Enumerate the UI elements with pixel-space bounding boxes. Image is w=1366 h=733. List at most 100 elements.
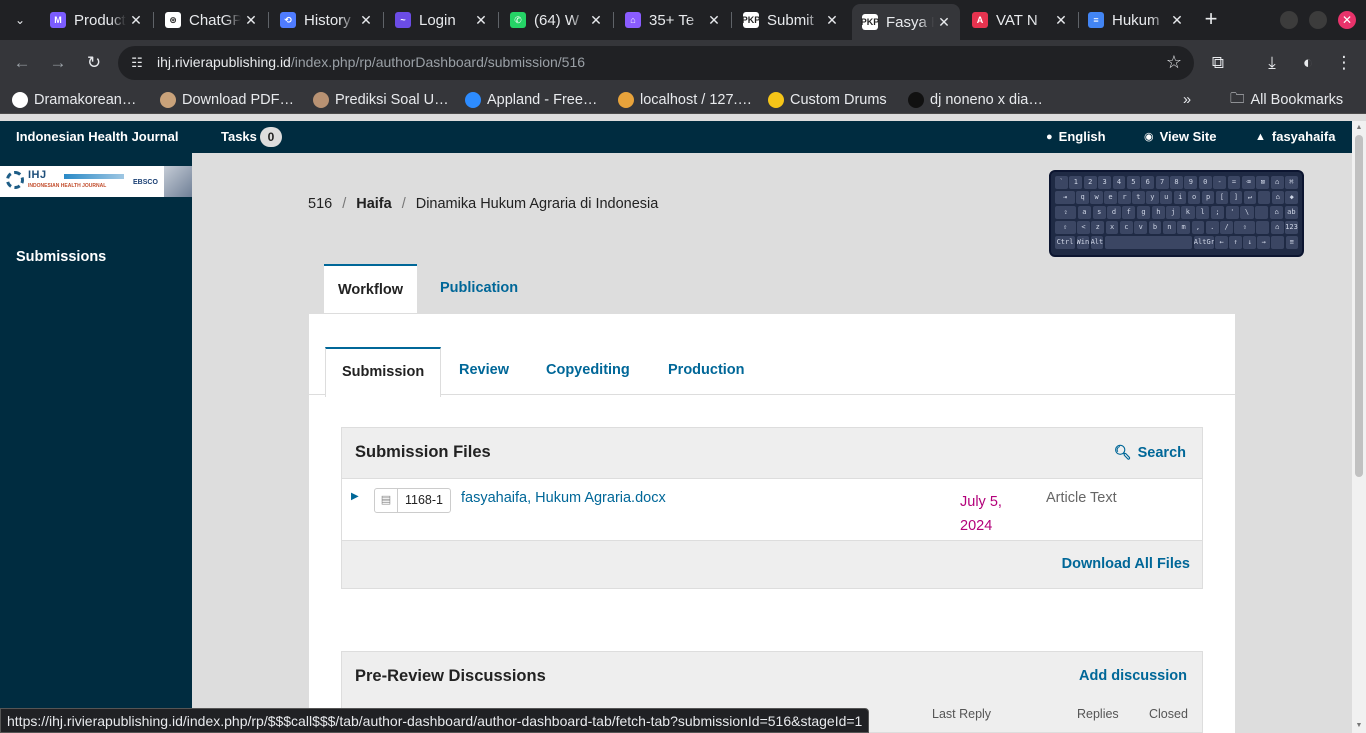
on-screen-keyboard[interactable]: ` 1 2 3 4 5 6 7 8 9 0- = ⌫ ⊠ ⌂ ⌘ ⇥ q w e r t y u i o p[] ↵ ⌂ ◆ ⇪ a s d f g h… xyxy=(1049,170,1304,257)
keyboard-key[interactable]: ⌂ xyxy=(1270,221,1284,234)
bookmark-item[interactable]: Prediksi Soal U… xyxy=(313,90,449,110)
keyboard-key[interactable]: 7 xyxy=(1155,176,1169,189)
browser-tab[interactable]: ⌂ 35+ Te ✕ xyxy=(615,6,730,34)
new-tab-button[interactable]: + xyxy=(1199,8,1223,32)
keyboard-key[interactable]: ↵ xyxy=(1243,191,1257,204)
scroll-thumb[interactable] xyxy=(1355,135,1363,477)
keyboard-key[interactable]: - xyxy=(1213,176,1226,189)
keyboard-key[interactable]: m xyxy=(1177,221,1191,234)
keyboard-key[interactable]: g xyxy=(1136,206,1151,219)
keyboard-key[interactable]: j xyxy=(1166,206,1180,219)
keyboard-key[interactable]: = xyxy=(1227,176,1241,189)
keyboard-key[interactable]: Alt xyxy=(1090,236,1104,249)
keyboard-key[interactable]: 3 xyxy=(1098,176,1111,189)
tab-search-chevron-icon[interactable]: ⌄ xyxy=(8,8,32,32)
tab-close-icon[interactable]: ✕ xyxy=(241,12,261,29)
browser-tab[interactable]: ⟲ History ✕ xyxy=(270,6,382,34)
keyboard-key[interactable]: ; xyxy=(1210,206,1225,219)
browser-tab[interactable]: M Product ✕ xyxy=(40,6,152,34)
keyboard-key[interactable]: → xyxy=(1257,236,1270,249)
tab-close-icon[interactable]: ✕ xyxy=(126,12,146,29)
tab-publication[interactable]: Publication xyxy=(426,264,532,313)
keyboard-key[interactable]: ab xyxy=(1284,206,1298,219)
keyboard-key[interactable]: ↓ xyxy=(1243,236,1256,249)
tab-close-icon[interactable]: ✕ xyxy=(704,12,724,29)
keyboard-key[interactable]: ⊠ xyxy=(1256,176,1270,189)
bookmark-item[interactable]: Custom Drums xyxy=(768,90,887,110)
address-bar[interactable]: ☷ ihj.rivierapublishing.id/index.php/rp/… xyxy=(118,46,1194,80)
scroll-down-icon[interactable]: ▼ xyxy=(1355,722,1363,729)
profile-avatar[interactable]: ◐ xyxy=(1296,51,1320,75)
keyboard-key[interactable]: Ctrl xyxy=(1055,236,1076,249)
browser-tab[interactable]: ~ Login ✕ xyxy=(385,6,497,34)
keyboard-key[interactable]: v xyxy=(1134,221,1148,234)
tab-review[interactable]: Review xyxy=(443,347,525,395)
tab-copyediting[interactable]: Copyediting xyxy=(530,347,646,395)
journal-logo[interactable]: IHJ INDONESIAN HEALTH JOURNAL EBSCO xyxy=(0,166,192,197)
keyboard-key[interactable]: 9 xyxy=(1184,176,1198,189)
more-bookmarks-icon[interactable]: » xyxy=(1183,90,1191,110)
browser-tab[interactable]: A VAT N ✕ xyxy=(962,6,1077,34)
bookmark-item[interactable]: localhost / 127.… xyxy=(618,90,752,110)
keyboard-key[interactable]: , xyxy=(1191,221,1205,234)
journal-name-link[interactable]: Indonesian Health Journal xyxy=(16,129,179,144)
keyboard-key[interactable]: ↑ xyxy=(1229,236,1242,249)
browser-tab[interactable]: ✆ (64) W ✕ xyxy=(500,6,612,34)
back-button[interactable]: ← xyxy=(10,51,34,75)
keyboard-key[interactable]: ⇥ xyxy=(1055,191,1075,204)
site-settings-icon[interactable]: ☷ xyxy=(128,54,146,72)
forward-button[interactable]: → xyxy=(46,51,70,75)
keyboard-key[interactable]: 8 xyxy=(1170,176,1183,189)
url-text[interactable]: ihj.rivierapublishing.id/index.php/rp/au… xyxy=(157,54,585,70)
keyboard-key[interactable]: t xyxy=(1132,191,1145,204)
tab-submission[interactable]: Submission xyxy=(325,347,442,397)
keyboard-key[interactable]: b xyxy=(1148,221,1162,234)
tab-close-icon[interactable]: ✕ xyxy=(934,14,954,31)
bookmark-item[interactable]: Appland - Free… xyxy=(465,90,597,110)
keyboard-key[interactable]: 6 xyxy=(1141,176,1155,189)
browser-menu-icon[interactable]: ⋮ xyxy=(1332,51,1356,75)
keyboard-key[interactable]: Win xyxy=(1076,236,1090,249)
keyboard-key[interactable]: o xyxy=(1187,191,1201,204)
keyboard-key[interactable]: z xyxy=(1091,221,1105,234)
keyboard-key[interactable] xyxy=(1255,206,1269,219)
tab-close-icon[interactable]: ✕ xyxy=(822,12,842,29)
all-bookmarks-folder[interactable]: 🗀 All Bookmarks xyxy=(1230,90,1343,110)
tab-close-icon[interactable]: ✕ xyxy=(1051,12,1071,29)
keyboard-key[interactable] xyxy=(1257,191,1271,204)
user-menu[interactable]: ▲ fasyahaifa xyxy=(1255,129,1335,144)
keyboard-key[interactable]: [ xyxy=(1215,191,1229,204)
keyboard-key[interactable]: l xyxy=(1196,206,1210,219)
keyboard-key[interactable]: r xyxy=(1118,191,1131,204)
tasks-count-badge[interactable]: 0 xyxy=(260,127,282,147)
bookmark-item[interactable]: Download PDF… xyxy=(160,90,294,110)
keyboard-key[interactable]: x xyxy=(1105,221,1119,234)
bookmark-star-icon[interactable]: ☆ xyxy=(1166,52,1182,73)
browser-tab[interactable]: ⊛ ChatGPT✕ xyxy=(155,6,267,34)
keyboard-key[interactable] xyxy=(1256,221,1270,234)
keyboard-key[interactable]: ` xyxy=(1055,176,1068,189)
browser-tab[interactable]: PKP Submit ✕ xyxy=(733,6,848,34)
expand-row-icon[interactable]: ▶ xyxy=(351,491,359,502)
keyboard-key[interactable]: \ xyxy=(1240,206,1254,219)
keyboard-key[interactable]: p xyxy=(1201,191,1215,204)
keyboard-key[interactable]: y xyxy=(1146,191,1159,204)
keyboard-key[interactable]: 0 xyxy=(1198,176,1212,189)
bookmark-item[interactable]: dj noneno x dia… xyxy=(908,90,1043,110)
keyboard-key[interactable]: ◆ xyxy=(1285,191,1298,204)
keyboard-key[interactable] xyxy=(1104,236,1193,249)
browser-tab[interactable]: ≡ Hukum ✕ xyxy=(1078,6,1193,34)
tab-close-icon[interactable]: ✕ xyxy=(1167,12,1187,29)
keyboard-key[interactable]: u xyxy=(1160,191,1173,204)
file-download-link[interactable]: fasyahaifa, Hukum Agraria.docx xyxy=(461,490,666,506)
keyboard-key[interactable]: < xyxy=(1077,221,1090,234)
keyboard-key[interactable]: w xyxy=(1090,191,1103,204)
keyboard-key[interactable]: c xyxy=(1119,221,1133,234)
keyboard-key[interactable]: . xyxy=(1205,221,1219,234)
close-window-button[interactable]: ✕ xyxy=(1338,11,1356,29)
search-files-button[interactable]: 🔍︎ Search xyxy=(1114,444,1186,461)
keyboard-key[interactable]: e xyxy=(1104,191,1117,204)
sidebar-item-submissions[interactable]: Submissions xyxy=(16,249,106,265)
keyboard-key[interactable]: 1 xyxy=(1069,176,1083,189)
minimize-button[interactable] xyxy=(1280,11,1298,29)
